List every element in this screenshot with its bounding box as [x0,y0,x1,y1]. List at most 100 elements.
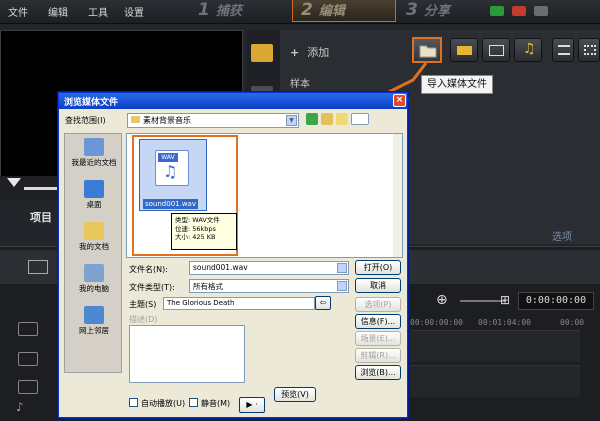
video-icon [457,46,472,55]
filename-field[interactable]: sound001.wav [189,261,349,275]
menu-file[interactable]: 文件 [8,4,28,19]
filename-value: sound001.wav [193,263,248,272]
options-button[interactable]: 选项(P) [355,297,401,312]
place-network[interactable]: 网上邻居 [65,306,123,336]
place-desktop[interactable]: 桌面 [65,180,123,210]
fit-timeline-icon[interactable]: ⊞ [500,293,510,307]
filename-label: 文件名(N): [129,265,168,274]
storyboard-view-icon[interactable] [28,260,48,274]
tab-share[interactable]: 3 分享 [398,0,488,22]
step-label: 分享 [423,4,450,19]
browse-media-dialog: 浏览媒体文件 × 查找范围(I) 素材背景音乐 ▼ 我最近的文档 桌面 我的文档 [58,92,408,418]
ruler-tick: 00:00 [560,318,585,327]
menu-tools[interactable]: 工具 [88,4,108,19]
grid-view-icon [584,45,596,55]
trim-button[interactable]: 剪辑(R)... [355,348,401,363]
dialog-title: 浏览媒体文件 [64,98,119,108]
place-label: 我的电脑 [79,284,109,293]
audio-track-icon[interactable]: ♪ [16,400,24,414]
ruler-tick: 00:01:04:00 [478,318,531,327]
place-label: 我的文档 [79,242,109,251]
info-bitrate: 位速: 56kbps [175,224,216,233]
checkbox-box [189,398,198,407]
tab-edit[interactable]: 2 编辑 [292,0,396,22]
mute-label: 静音(M) [201,399,231,408]
info-type: 类型: WAV文件 [175,216,220,224]
photo-icon [489,45,504,56]
overlay-track-icon[interactable] [18,352,38,366]
filetype-value: 所有格式 [193,282,223,291]
overlay-track[interactable] [410,365,580,397]
filetype-select[interactable]: 所有格式 [189,279,349,293]
ruler-tick: 00:00:00:00 [410,318,463,327]
scrubber-handle[interactable] [7,178,21,187]
arrow-left-icon: ⇦ [319,298,327,307]
media-library-icon[interactable] [251,44,273,62]
step-label: 捕获 [215,4,242,19]
chevron-down-icon: ▼ [286,115,297,126]
place-my-computer[interactable]: 我的电脑 [65,264,123,294]
zoom-in-icon[interactable]: ⊕ [436,292,448,308]
folder-icon [131,116,140,123]
sample-folder[interactable]: 样本 [290,75,310,90]
scene-button[interactable]: 场景(E)... [355,331,401,346]
thumb-view-button[interactable] [578,38,600,62]
cancel-button[interactable]: 取消 [355,278,401,293]
look-in-select[interactable]: 素材背景音乐 ▼ [127,113,299,128]
audio-filter-button[interactable]: ♫ [514,38,542,62]
autoplay-checkbox[interactable]: 自动播放(U) [129,398,185,409]
browse-button[interactable]: 浏览(B)... [355,365,401,380]
subject-label: 主题(S) [129,300,157,309]
up-folder-icon[interactable] [321,113,333,125]
description-field[interactable] [129,325,245,383]
video-track[interactable] [410,330,580,362]
recent-documents-icon [84,138,104,156]
place-label: 我最近的文档 [71,158,117,167]
tab-capture[interactable]: 1 捕获 [190,0,290,22]
video-filter-button[interactable] [450,38,478,62]
photo-filter-button[interactable] [482,38,510,62]
info-button[interactable]: 信息(F)... [355,314,401,329]
dialog-close-button[interactable]: × [393,94,406,107]
import-media-button[interactable] [412,37,442,63]
dialog-titlebar[interactable]: 浏览媒体文件 [59,93,407,109]
new-folder-icon[interactable] [336,113,348,125]
options-link[interactable]: 选项 [552,228,572,243]
video-track-icon[interactable] [18,322,38,336]
step-number: 3 [406,0,418,20]
close-icon[interactable] [512,6,526,16]
play-button[interactable]: ▶ · [239,397,265,413]
place-my-documents[interactable]: 我的文档 [65,222,123,252]
place-recent[interactable]: 我最近的文档 [65,138,123,168]
info-size: 大小: 425 KB [175,233,216,241]
restore-icon[interactable] [534,6,548,16]
list-view-button[interactable] [552,38,574,62]
swap-button[interactable]: ⇦ [315,296,331,310]
chevron-down-icon [337,263,347,273]
subject-field[interactable]: The Glorious Death [163,297,315,310]
timecode-display[interactable]: 0:00:00:00 [518,292,594,310]
back-icon[interactable] [306,113,318,125]
places-bar: 我最近的文档 桌面 我的文档 我的电脑 网上邻居 [64,133,122,373]
list-view-icon [558,45,570,55]
import-media-tooltip: 导入媒体文件 [421,75,493,94]
menu-edit[interactable]: 编辑 [48,4,68,19]
add-button[interactable]: + 添加 [290,44,329,60]
menu-settings[interactable]: 设置 [124,4,144,19]
filetype-label: 文件类型(T): [129,283,175,292]
preview-button[interactable]: 预览(V) [274,387,316,402]
file-list-scrollbar[interactable] [393,134,402,257]
project-label[interactable]: 项目 [30,209,52,225]
minimize-icon[interactable] [490,6,504,16]
mute-checkbox[interactable]: 静音(M) [189,398,230,409]
step-label: 编辑 [318,4,345,19]
view-menu-icon[interactable] [351,113,369,125]
description-label: 描述(D) [129,315,158,324]
music-track-icon[interactable] [18,380,38,394]
step-number: 2 [301,0,313,20]
open-button[interactable]: 打开(O) [355,260,401,275]
zoom-slider[interactable] [460,300,505,302]
step-number: 1 [198,0,210,20]
place-label: 网上邻居 [79,326,109,335]
network-places-icon [84,306,104,324]
